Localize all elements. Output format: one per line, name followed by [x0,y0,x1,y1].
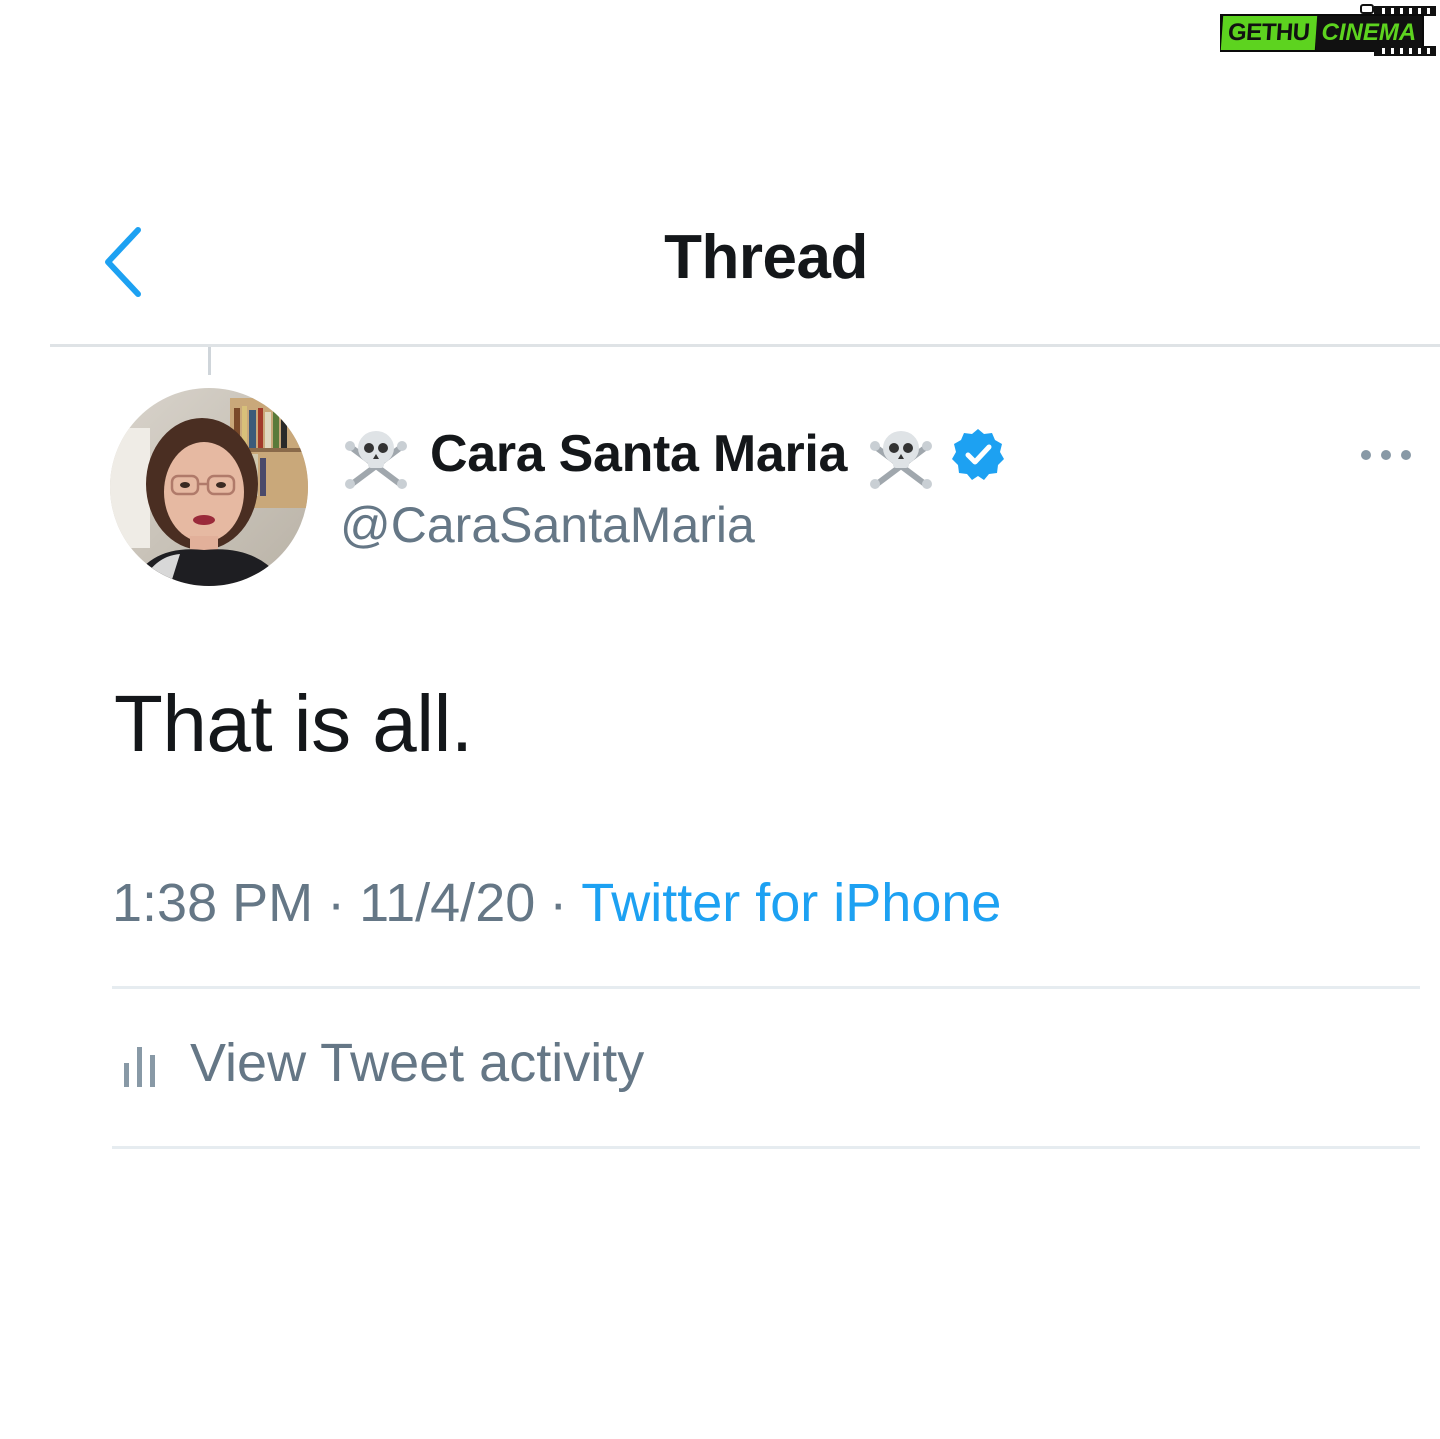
author-name-row[interactable]: Cara Santa Maria [340,418,1005,490]
page-title: Thread [664,223,868,292]
thread-connector-line [208,347,211,375]
meta-separator: · [327,873,346,933]
author-handle[interactable]: @CaraSantaMaria [340,496,755,554]
view-tweet-activity-button[interactable]: View Tweet activity [120,1032,644,1094]
watermark-text-left: GETHU [1220,16,1317,50]
author-name: Cara Santa Maria [430,425,848,483]
camera-icon [1360,4,1374,14]
skull-and-crossbones-icon [345,431,407,489]
tweet-text: That is all. [114,679,473,768]
view-tweet-activity-label: View Tweet activity [190,1033,645,1093]
tweet-date: 11/4/20 [359,873,536,933]
watermark-logo: GETHU CINEMA [1220,4,1436,56]
tweet-metadata: 1:38 PM · 11/4/20 · Twitter for iPhone [112,872,1001,934]
film-strip-bottom [1374,46,1436,56]
more-horizontal-icon [1361,450,1411,460]
divider [112,986,1420,989]
meta-separator: · [549,873,568,933]
watermark-text-right: CINEMA [1315,16,1423,50]
divider [112,1146,1420,1149]
bar-chart-icon [124,1047,155,1087]
header-divider [50,344,1440,347]
avatar-image [110,388,308,586]
tweet-time: 1:38 PM [112,873,314,933]
avatar[interactable] [110,388,308,586]
verified-badge-icon [952,429,1005,480]
more-options-button[interactable] [1356,440,1416,470]
skull-and-crossbones-icon [870,431,933,489]
tweet-source-link[interactable]: Twitter for iPhone [581,873,1001,933]
